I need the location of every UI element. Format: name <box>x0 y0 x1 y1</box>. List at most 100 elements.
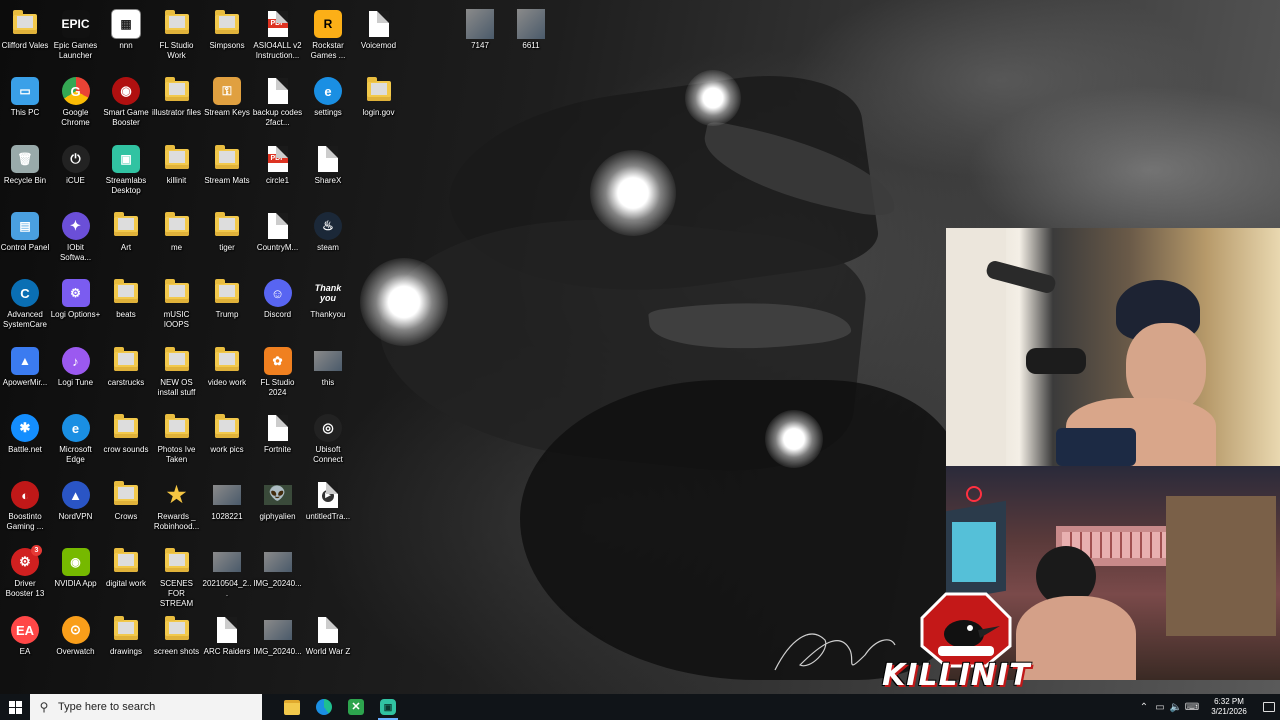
desktop-icon[interactable]: tiger <box>202 207 252 271</box>
desktop-icon[interactable]: drawings <box>101 611 151 675</box>
crow-eye-glow <box>360 258 448 346</box>
desktop-icon[interactable]: ☺ Discord <box>253 274 303 338</box>
volume-icon[interactable]: 🔈 <box>1168 694 1184 720</box>
desktop-icon[interactable]: ★ Rewards _ Robinhood... <box>152 476 202 540</box>
taskbar-edge[interactable] <box>308 694 340 720</box>
desktop-icon[interactable]: World War Z <box>303 611 353 675</box>
desktop-icon[interactable]: work pics <box>202 409 252 473</box>
taskbar-clock[interactable]: 6:32 PM 3/21/2026 <box>1200 697 1258 717</box>
taskbar-streamlabs[interactable]: ▣ <box>372 694 404 720</box>
desktop-icon-label: ARC Raiders <box>203 647 251 656</box>
taskbar-search-box[interactable]: ⚲ Type here to search <box>30 694 262 720</box>
desktop-icon[interactable]: PDF ASIO4ALL v2 Instruction... <box>253 5 303 69</box>
desktop-icon[interactable]: ▲ ApowerMir... <box>0 342 50 406</box>
desktop-icon[interactable]: ARC Raiders <box>202 611 252 675</box>
desktop-icon[interactable]: R Rockstar Games ... <box>303 5 353 69</box>
icue-icon: ⏻ <box>61 144 91 174</box>
desktop-icon-label: Crows <box>114 512 138 521</box>
desktop-icon[interactable]: G Google Chrome <box>51 72 101 136</box>
desktop-icon[interactable]: ♪ Logi Tune <box>51 342 101 406</box>
desktop-icon[interactable]: Clifford Vales <box>0 5 50 69</box>
desktop-icon[interactable]: ◉ Smart Game Booster <box>101 72 151 136</box>
desktop-icon[interactable]: ◎ Ubisoft Connect <box>303 409 353 473</box>
desktop-icon[interactable]: ⚿ Stream Keys <box>202 72 252 136</box>
desktop-icon[interactable]: CountryM... <box>253 207 303 271</box>
desktop-icon[interactable]: ▶ untitledTra... <box>303 476 353 540</box>
desktop-icon[interactable]: ⊙ Overwatch <box>51 611 101 675</box>
desktop-icon[interactable]: ♨ steam <box>303 207 353 271</box>
desktop-icon[interactable]: 20210504_2... <box>202 543 252 607</box>
desktop-icon[interactable]: backup codes 2fact... <box>253 72 303 136</box>
desktop-icon[interactable]: ▭ This PC <box>0 72 50 136</box>
taskbar-file-explorer[interactable] <box>276 694 308 720</box>
desktop-icon[interactable]: Voicemod <box>354 5 404 69</box>
desktop-icon[interactable]: crow sounds <box>101 409 151 473</box>
desktop-icon[interactable]: C Advanced SystemCare <box>0 274 50 338</box>
desktop-icon[interactable]: EPIC Epic Games Launcher <box>51 5 101 69</box>
desktop-icon[interactable]: NEW OS install stuff <box>152 342 202 406</box>
desktop-icon[interactable]: IMG_20240... <box>253 543 303 607</box>
desktop-icon[interactable]: ▤ Control Panel <box>0 207 50 271</box>
desktop-icon[interactable]: ShareX <box>303 140 353 204</box>
desktop-icon[interactable]: login.gov <box>354 72 404 136</box>
folder-icon <box>162 76 192 106</box>
start-button[interactable] <box>0 694 30 720</box>
desktop-icon[interactable]: 🗑 Recycle Bin <box>0 140 50 204</box>
desktop-icon-label: ApowerMir... <box>2 378 48 387</box>
logi-options-icon: ⚙ <box>61 278 91 308</box>
desktop-icon[interactable]: Stream Mats <box>202 140 252 204</box>
desktop-icon-label: Trump <box>215 310 239 319</box>
desktop-icon[interactable]: ✿ FL Studio 2024 <box>253 342 303 406</box>
desktop-icon[interactable]: Trump <box>202 274 252 338</box>
desktop-icon[interactable]: ✱ Battle.net <box>0 409 50 473</box>
desktop-icon-label: nnn <box>119 41 133 50</box>
desktop-icon[interactable]: 👽 giphyalien <box>253 476 303 540</box>
desktop-icon[interactable]: e settings <box>303 72 353 136</box>
desktop-icon[interactable]: ⏻ iCUE <box>51 140 101 204</box>
desktop-icon[interactable]: 6611 <box>506 5 556 69</box>
killinit-crow-logo <box>920 592 1012 668</box>
desktop-icon[interactable]: Thank you Thankyou <box>303 274 353 338</box>
desktop-icon[interactable]: Art <box>101 207 151 271</box>
chevron-up-icon[interactable]: ⌃ <box>1136 694 1152 720</box>
network-icon[interactable]: ▭ <box>1152 694 1168 720</box>
desktop-icon[interactable]: ▣ Streamlabs Desktop <box>101 140 151 204</box>
desktop-icon[interactable]: this <box>303 342 353 406</box>
desktop-icon[interactable]: digital work <box>101 543 151 607</box>
desktop-icon[interactable]: Photos Ive Taken <box>152 409 202 473</box>
desktop-icon[interactable]: killinit <box>152 140 202 204</box>
notification-center-button[interactable] <box>1258 694 1280 720</box>
desktop-icon[interactable]: Fortnite <box>253 409 303 473</box>
notification-icon <box>1263 702 1275 712</box>
desktop-icon[interactable]: beats <box>101 274 151 338</box>
desktop-icon[interactable]: 1028221 <box>202 476 252 540</box>
desktop-icon[interactable]: e Microsoft Edge <box>51 409 101 473</box>
desktop-icon[interactable]: ✦ IObit Softwa... <box>51 207 101 271</box>
star-icon: ★ <box>166 482 187 507</box>
desktop-icon[interactable]: IMG_20240... <box>253 611 303 675</box>
desktop-icon[interactable]: screen shots <box>152 611 202 675</box>
desktop-icon[interactable]: 7147 <box>455 5 505 69</box>
desktop-icon[interactable]: Crows <box>101 476 151 540</box>
desktop-icon[interactable]: mUSIC lOOPS <box>152 274 202 338</box>
desktop-icon[interactable]: ▲ NordVPN <box>51 476 101 540</box>
ubisoft-icon: ◎ <box>313 413 343 443</box>
keyboard-icon[interactable]: ⌨ <box>1184 694 1200 720</box>
desktop-icon[interactable]: PDF circle1 <box>253 140 303 204</box>
desktop-icon[interactable]: me <box>152 207 202 271</box>
desktop-icon[interactable]: EA EA <box>0 611 50 675</box>
desktop-icon-label: Ubisoft Connect <box>313 445 343 464</box>
desktop-icon[interactable]: ◉ NVIDIA App <box>51 543 101 607</box>
desktop-icon[interactable]: carstrucks <box>101 342 151 406</box>
desktop-icon[interactable]: illustrator files <box>152 72 202 136</box>
desktop-icon[interactable]: FL Studio Work <box>152 5 202 69</box>
desktop-icon[interactable]: ◐ Boostinto Gaming ... <box>0 476 50 540</box>
desktop-icon[interactable]: Simpsons <box>202 5 252 69</box>
taskbar-xbox[interactable]: ✕ <box>340 694 372 720</box>
desktop-icon[interactable]: video work <box>202 342 252 406</box>
xbox-icon: ✕ <box>348 699 364 715</box>
desktop-icon[interactable]: SCENES FOR STREAM <box>152 543 202 608</box>
desktop-icon[interactable]: ▦ nnn <box>101 5 151 69</box>
desktop-icon[interactable]: ⚙ 3 Driver Booster 13 <box>0 543 50 607</box>
desktop-icon[interactable]: ⚙ Logi Options+ <box>51 274 101 338</box>
